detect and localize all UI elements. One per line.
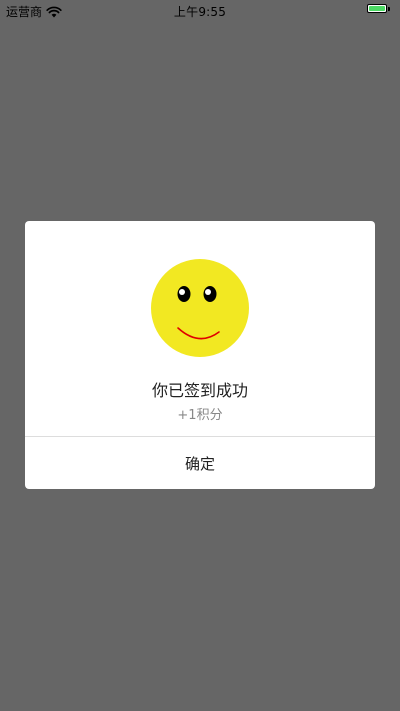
points-earned: +1积分	[177, 408, 223, 423]
battery-level	[369, 6, 385, 11]
clock: 上午9:55	[173, 5, 227, 19]
confirm-button[interactable]: 确定	[25, 437, 375, 489]
checkin-success-message: 你已签到成功	[151, 381, 248, 400]
checkin-dialog: 你已签到成功 +1积分 确定	[25, 221, 375, 489]
smiley-face-icon	[151, 259, 249, 357]
status-bar: 运营商 上午9:55	[0, 0, 400, 20]
battery-icon	[367, 4, 390, 13]
